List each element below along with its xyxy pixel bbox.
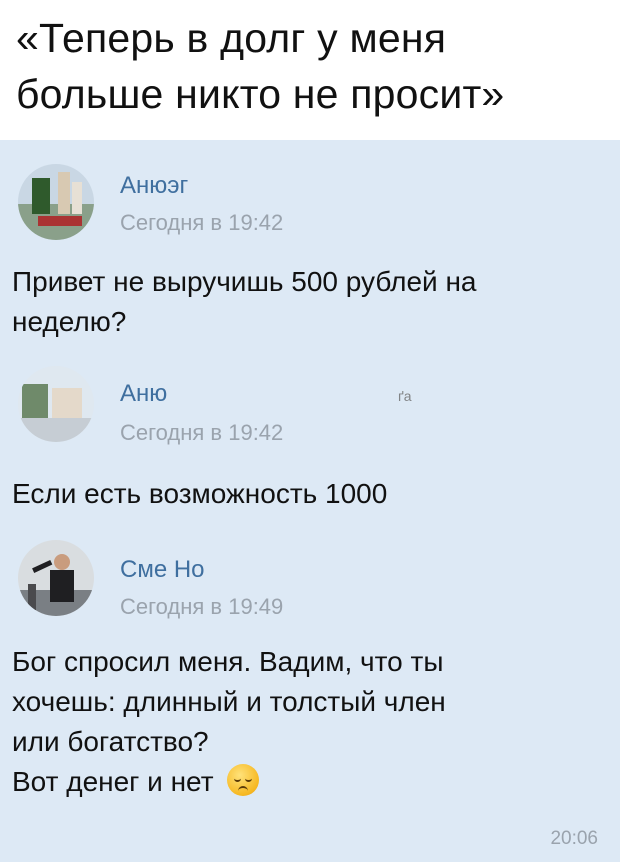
sender-name[interactable]: Анюэг <box>120 172 188 200</box>
footer-time: 20:06 <box>550 828 598 849</box>
message-time: Сегодня в 19:42 <box>120 420 284 445</box>
message-line: Вот денег и нет <box>12 766 214 797</box>
message-time: Сегодня в 19:49 <box>120 594 284 619</box>
message-line: Бог спросил меня. Вадим, что ты <box>12 646 444 677</box>
message-header: Сме Но Сегодня в 19:49 <box>0 536 620 632</box>
sender-name[interactable]: Сме Но <box>120 556 205 584</box>
message-time: Сегодня в 19:42 <box>120 210 284 235</box>
avatar-photo-icon <box>18 164 94 240</box>
message-header: Аню ґа Сегодня в 19:42 <box>0 362 620 458</box>
sender-name[interactable]: Аню <box>120 380 167 408</box>
message-line: неделю? <box>12 306 127 337</box>
caption-line-2: больше никто не просит» <box>16 71 505 117</box>
message-text: Если есть возможность 1000 <box>12 474 612 514</box>
avatar[interactable] <box>18 366 94 442</box>
avatar[interactable] <box>18 164 94 240</box>
avatar-photo-icon <box>18 540 94 616</box>
message-text: Бог спросил меня. Вадим, что ты хочешь: … <box>12 642 612 802</box>
message-header: Анюэг Сегодня в 19:42 <box>0 150 620 246</box>
message-line: Если есть возможность 1000 <box>12 478 388 509</box>
message-line-with-emoji: Вот денег и нет <box>12 762 612 802</box>
avatar-photo-icon <box>18 366 94 442</box>
avatar[interactable] <box>18 540 94 616</box>
message-line: хочешь: длинный и толстый член <box>12 686 446 717</box>
pensive-face-icon <box>227 764 260 796</box>
message-text: Привет не выручишь 500 рублей на неделю? <box>12 262 612 342</box>
message-line: или богатство? <box>12 726 209 757</box>
chat-area: Анюэг Сегодня в 19:42 Привет не выручишь… <box>0 140 620 862</box>
message-line: Привет не выручишь 500 рублей на <box>12 266 477 297</box>
caption-line-1: «Теперь в долг у меня <box>16 15 447 61</box>
caption: «Теперь в долг у меня больше никто не пр… <box>0 0 620 140</box>
glitch-text: ґа <box>398 388 412 404</box>
